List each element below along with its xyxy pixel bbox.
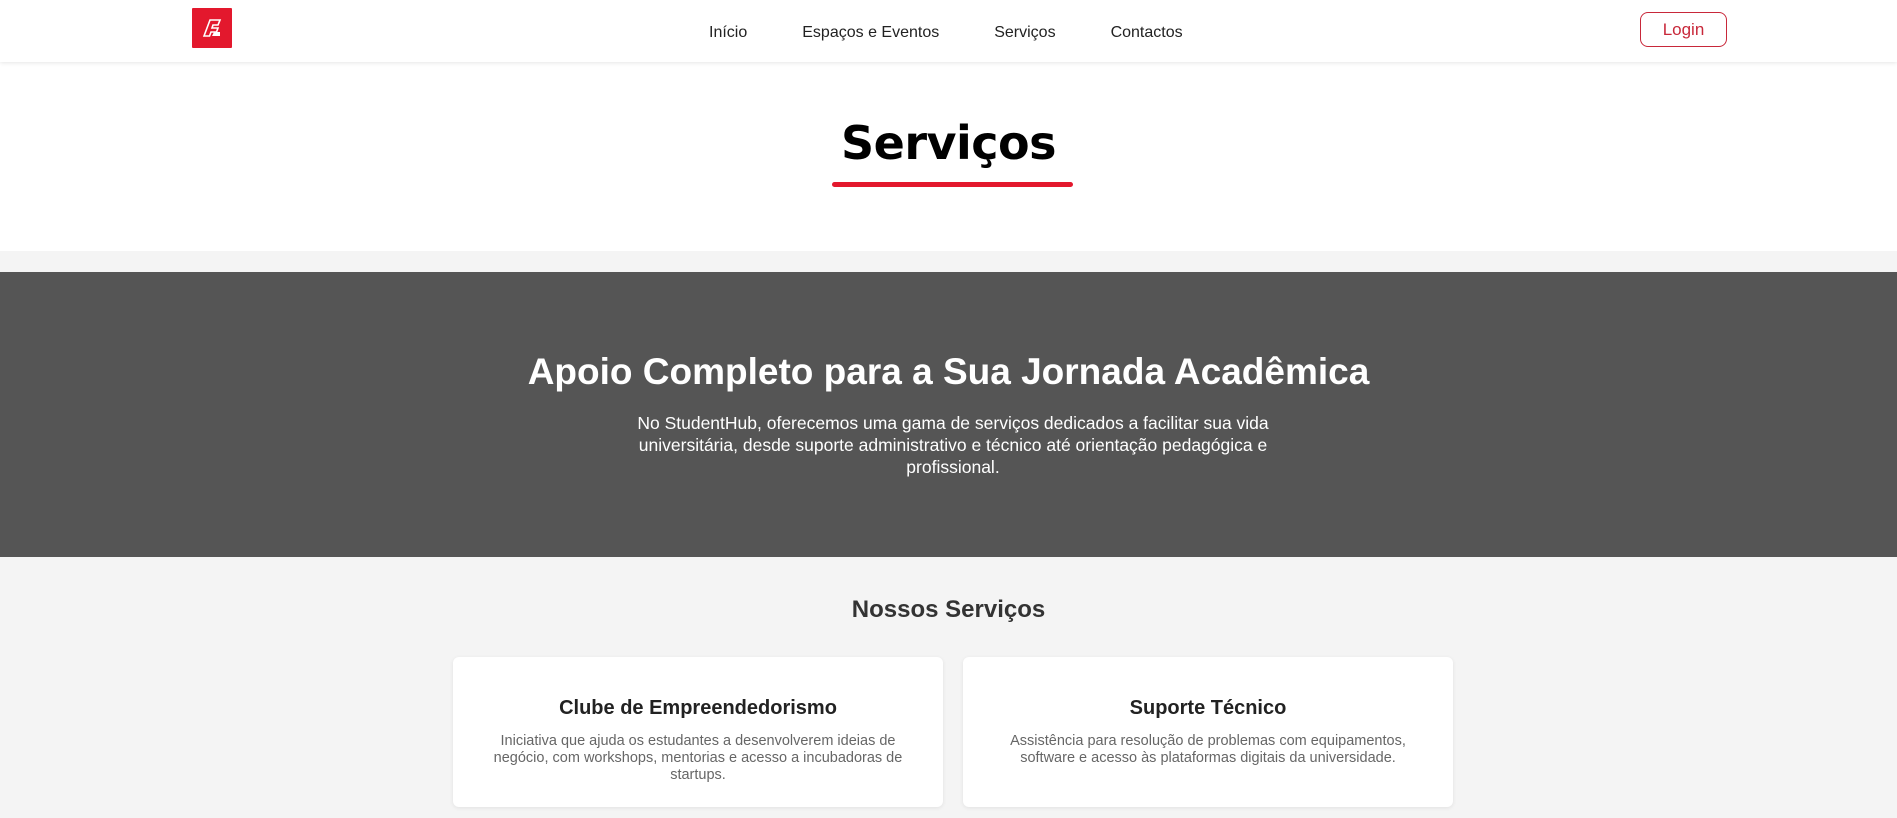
main-nav: Início Espaços e Eventos Serviços Contac… — [709, 24, 1183, 42]
login-button[interactable]: Login — [1640, 12, 1727, 47]
nav-link-espacos-eventos[interactable]: Espaços e Eventos — [802, 24, 939, 42]
nav-link-inicio[interactable]: Início — [709, 24, 747, 42]
nav-link-contactos[interactable]: Contactos — [1111, 24, 1183, 42]
service-card-empreendedorismo[interactable]: Clube de Empreendedorismo Iniciativa que… — [453, 657, 943, 807]
hero-description: No StudentHub, oferecemos uma gama de se… — [637, 413, 1269, 477]
service-card-suporte-tecnico[interactable]: Suporte Técnico Assistência para resoluç… — [963, 657, 1453, 807]
service-card-description: Assistência para resolução de problemas … — [1010, 733, 1406, 766]
hero-title: Apoio Completo para a Sua Jornada Acadêm… — [527, 351, 1370, 392]
services-heading: Nossos Serviços — [851, 596, 1046, 623]
page-title-section: Serviços — [0, 62, 1897, 251]
brand-logo[interactable] — [192, 8, 232, 48]
nav-link-servicos[interactable]: Serviços — [994, 24, 1055, 42]
title-underline — [832, 182, 1073, 187]
service-card-description: Iniciativa que ajuda os estudantes a des… — [493, 733, 903, 783]
page-title: Serviços — [840, 116, 1057, 170]
service-card-title: Clube de Empreendedorismo — [559, 697, 837, 719]
service-card-title: Suporte Técnico — [1129, 697, 1287, 719]
hero-banner: Apoio Completo para a Sua Jornada Acadêm… — [0, 272, 1897, 557]
top-navbar: Início Espaços e Eventos Serviços Contac… — [0, 0, 1897, 62]
brand-logo-icon — [202, 19, 222, 37]
